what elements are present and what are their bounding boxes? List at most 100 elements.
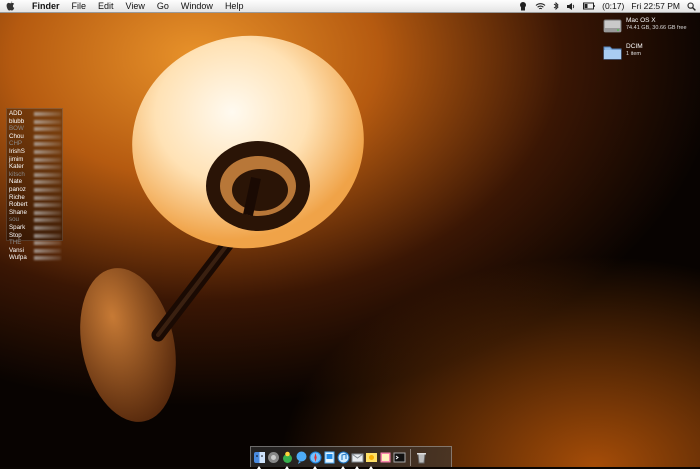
safari-icon[interactable] — [309, 451, 322, 469]
menu-go[interactable]: Go — [151, 0, 175, 12]
menu-file[interactable]: File — [66, 0, 93, 12]
buddy-list-item[interactable]: kitsch — [7, 171, 62, 179]
buddy-list-item[interactable]: panoz — [7, 186, 62, 194]
adium-icon[interactable] — [281, 451, 294, 469]
redacted-text — [34, 119, 61, 124]
buddy-name: BOW — [9, 125, 24, 133]
buddy-name: blubb — [9, 117, 25, 125]
buddy-list-item[interactable]: Wufpa — [7, 254, 62, 262]
redacted-text — [34, 248, 61, 253]
redacted-text — [34, 134, 61, 139]
volume-icon[interactable] — [566, 2, 576, 11]
battery-time[interactable]: (0:17) — [602, 1, 624, 11]
buddy-list-item[interactable]: Robert — [7, 201, 62, 209]
mail-icon[interactable] — [351, 451, 364, 469]
buddy-name: panoz — [9, 185, 26, 193]
redacted-text — [34, 203, 61, 208]
redacted-text — [34, 187, 61, 192]
buddy-name: kitsch — [9, 170, 25, 178]
system-prefs-icon[interactable] — [267, 451, 280, 464]
buddy-name: Stop — [9, 231, 22, 239]
menu-extras: (0:17) Fri 22:57 PM — [518, 0, 696, 12]
folder-info: 1 item — [626, 51, 641, 57]
stickies-icon[interactable] — [379, 451, 392, 464]
menu-bar: Finder File Edit View Go Window Help (0:… — [0, 0, 700, 13]
buddy-list-item[interactable]: CHP — [7, 140, 62, 148]
app-menu[interactable]: Finder — [26, 0, 66, 12]
menu-window[interactable]: Window — [175, 0, 219, 12]
redacted-text — [34, 241, 61, 246]
redacted-text — [34, 218, 61, 223]
buddy-name: sou — [9, 216, 19, 224]
redacted-text — [34, 195, 61, 200]
buddy-name: Wufpa — [9, 254, 27, 262]
buddy-list-item[interactable]: Kater — [7, 163, 62, 171]
menu-clock[interactable]: Fri 22:57 PM — [631, 1, 680, 11]
finder-icon[interactable] — [253, 451, 266, 469]
buddy-list-item[interactable]: Nate — [7, 178, 62, 186]
redacted-text — [34, 165, 61, 170]
buddy-name: Kater — [9, 163, 24, 171]
wifi-icon[interactable] — [535, 2, 546, 11]
battery-icon[interactable] — [583, 2, 595, 10]
buddy-list-item[interactable]: Stop — [7, 232, 62, 240]
terminal-icon[interactable] — [393, 451, 406, 464]
redacted-text — [34, 233, 61, 238]
running-indicator — [257, 465, 261, 469]
apple-menu-icon[interactable] — [0, 1, 26, 11]
buddy-list-item[interactable]: blubb — [7, 118, 62, 126]
dock — [250, 446, 452, 469]
redacted-text — [34, 142, 61, 147]
menu-view[interactable]: View — [120, 0, 151, 12]
buddy-list-item[interactable]: BOW — [7, 125, 62, 133]
redacted-text — [34, 225, 61, 230]
redacted-text — [34, 256, 61, 261]
buddy-list-item[interactable]: THE — [7, 239, 62, 247]
buddy-name: Chou — [9, 132, 24, 140]
buddy-name: ADD — [9, 110, 23, 117]
buddy-list-item[interactable]: ADD — [7, 110, 62, 118]
dock-separator — [410, 448, 411, 466]
desktop-wallpaper — [0, 0, 700, 467]
redacted-text — [34, 210, 61, 215]
running-indicator — [369, 465, 373, 469]
redacted-text — [34, 127, 61, 132]
redacted-text — [34, 172, 61, 177]
ichat-icon[interactable] — [295, 451, 308, 464]
buddy-name: jimim — [9, 155, 24, 163]
bluetooth-icon[interactable] — [553, 1, 559, 11]
running-indicator — [313, 465, 317, 469]
buddy-name: Vansi — [9, 246, 25, 254]
desktop-folder-item[interactable]: DCIM 1 item — [603, 43, 643, 61]
desktop-disk-item[interactable]: Mac OS X 74.41 GB, 30.66 GB free — [603, 17, 687, 35]
buddy-name: Nate — [9, 178, 23, 186]
running-indicator — [355, 465, 359, 469]
ichat-status-icon[interactable] — [518, 1, 528, 11]
menu-help[interactable]: Help — [219, 0, 250, 12]
buddy-list-item[interactable]: Shane — [7, 209, 62, 217]
itunes-icon[interactable] — [337, 451, 350, 469]
buddy-name: CHP — [9, 140, 23, 148]
buddy-list: ADD blubb BOW Chou CHP IrishS jimim Kater kitsch… — [6, 108, 63, 261]
buddy-name: Shane — [9, 208, 27, 216]
buddy-name: IrishS — [9, 147, 25, 155]
buddy-list-item[interactable]: jimim — [7, 156, 62, 164]
buddy-list-item[interactable]: Vansi — [7, 247, 62, 255]
buddy-name: Robert — [9, 201, 28, 209]
iphoto-icon[interactable] — [365, 451, 378, 469]
redacted-text — [34, 112, 61, 116]
running-indicator — [285, 465, 289, 469]
buddy-list-item[interactable]: IrishS — [7, 148, 62, 156]
folder-icon — [603, 46, 622, 60]
spotlight-icon[interactable] — [687, 1, 696, 11]
redacted-text — [34, 180, 61, 185]
buddy-list-item[interactable]: Chou — [7, 133, 62, 141]
preview-icon[interactable] — [323, 451, 336, 464]
buddy-list-item[interactable]: Spark — [7, 224, 62, 232]
disk-info: 74.41 GB, 30.66 GB free — [626, 25, 687, 31]
buddy-list-item[interactable]: Riche — [7, 194, 62, 202]
buddy-list-item[interactable]: sou — [7, 216, 62, 224]
disk-name: Mac OS X — [626, 17, 656, 24]
menu-edit[interactable]: Edit — [92, 0, 120, 12]
trash-icon[interactable] — [415, 451, 428, 464]
